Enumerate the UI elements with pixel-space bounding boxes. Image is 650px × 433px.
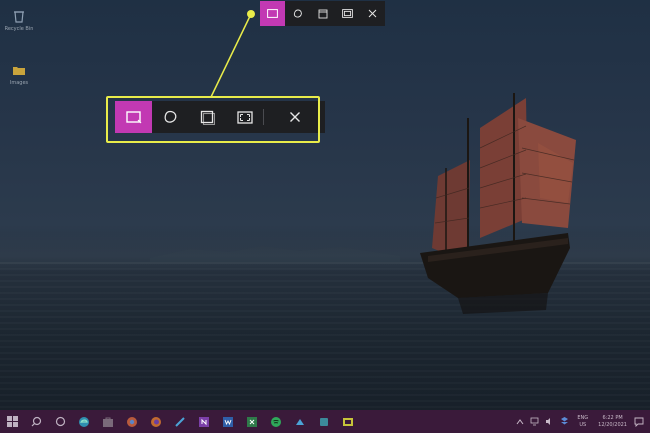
spotify-icon [271, 416, 281, 427]
window-snip-icon [318, 9, 327, 18]
word-icon [223, 416, 233, 427]
taskbar-app-store[interactable] [96, 410, 120, 433]
network-icon[interactable] [530, 417, 539, 426]
start-button[interactable] [0, 410, 24, 433]
taskbar: ENG US 6:22 PM 12/20/2021 [0, 410, 650, 433]
callout-dot [247, 10, 255, 18]
onenote-icon [199, 416, 209, 427]
language-label: ENG [577, 414, 589, 421]
notifications-icon[interactable] [634, 417, 644, 427]
taskbar-app[interactable] [168, 410, 192, 433]
close-icon [368, 9, 377, 18]
rectangular-snip-icon [267, 9, 278, 18]
taskbar-app[interactable] [312, 410, 336, 433]
taskbar-app-spotify[interactable] [264, 410, 288, 433]
app-icon [320, 417, 328, 426]
system-tray: ENG US 6:22 PM 12/20/2021 [513, 410, 650, 433]
windows-logo-icon [6, 416, 18, 427]
excel-icon [247, 416, 257, 427]
taskbar-app-snip-sketch[interactable] [336, 410, 360, 433]
fullscreen-snip-icon [342, 9, 353, 18]
volume-icon[interactable] [545, 417, 554, 426]
snipping-toolbar-small [260, 1, 385, 26]
app-icon [296, 418, 304, 425]
clock[interactable]: 6:22 PM 12/20/2021 [598, 415, 627, 429]
taskbar-app-excel[interactable] [240, 410, 264, 433]
desktop-screen: Recycle Bin Images ENG US 6:22 PM 12/20/… [0, 0, 650, 433]
zoom-highlight-frame [106, 96, 320, 143]
firefox-icon [151, 416, 161, 427]
task-view-button[interactable] [48, 410, 72, 433]
fullscreen-snip-button[interactable] [335, 1, 360, 26]
freeform-snip-icon [293, 9, 302, 18]
task-view-icon [55, 416, 65, 427]
freeform-snip-button[interactable] [285, 1, 310, 26]
rectangular-snip-button[interactable] [260, 1, 285, 26]
chrome-icon [127, 416, 137, 427]
taskbar-app-firefox[interactable] [144, 410, 168, 433]
search-button[interactable] [24, 410, 48, 433]
taskbar-app-edge[interactable] [72, 410, 96, 433]
app-icon [175, 416, 185, 427]
store-icon [103, 417, 113, 427]
snip-sketch-icon [343, 417, 353, 426]
clock-date: 12/20/2021 [598, 421, 627, 428]
chevron-up-icon[interactable] [516, 418, 524, 426]
dropbox-icon[interactable] [560, 417, 569, 426]
taskbar-app-onenote[interactable] [192, 410, 216, 433]
clock-time: 6:22 PM [602, 414, 623, 421]
region-label: US [579, 421, 587, 428]
window-snip-button[interactable] [310, 1, 335, 26]
callout-line [210, 10, 255, 98]
taskbar-app-chrome[interactable] [120, 410, 144, 433]
close-button[interactable] [360, 1, 385, 26]
taskbar-app-word[interactable] [216, 410, 240, 433]
edge-icon [79, 416, 89, 427]
taskbar-app[interactable] [288, 410, 312, 433]
search-icon [31, 416, 41, 427]
language-indicator[interactable]: ENG US [577, 415, 588, 429]
